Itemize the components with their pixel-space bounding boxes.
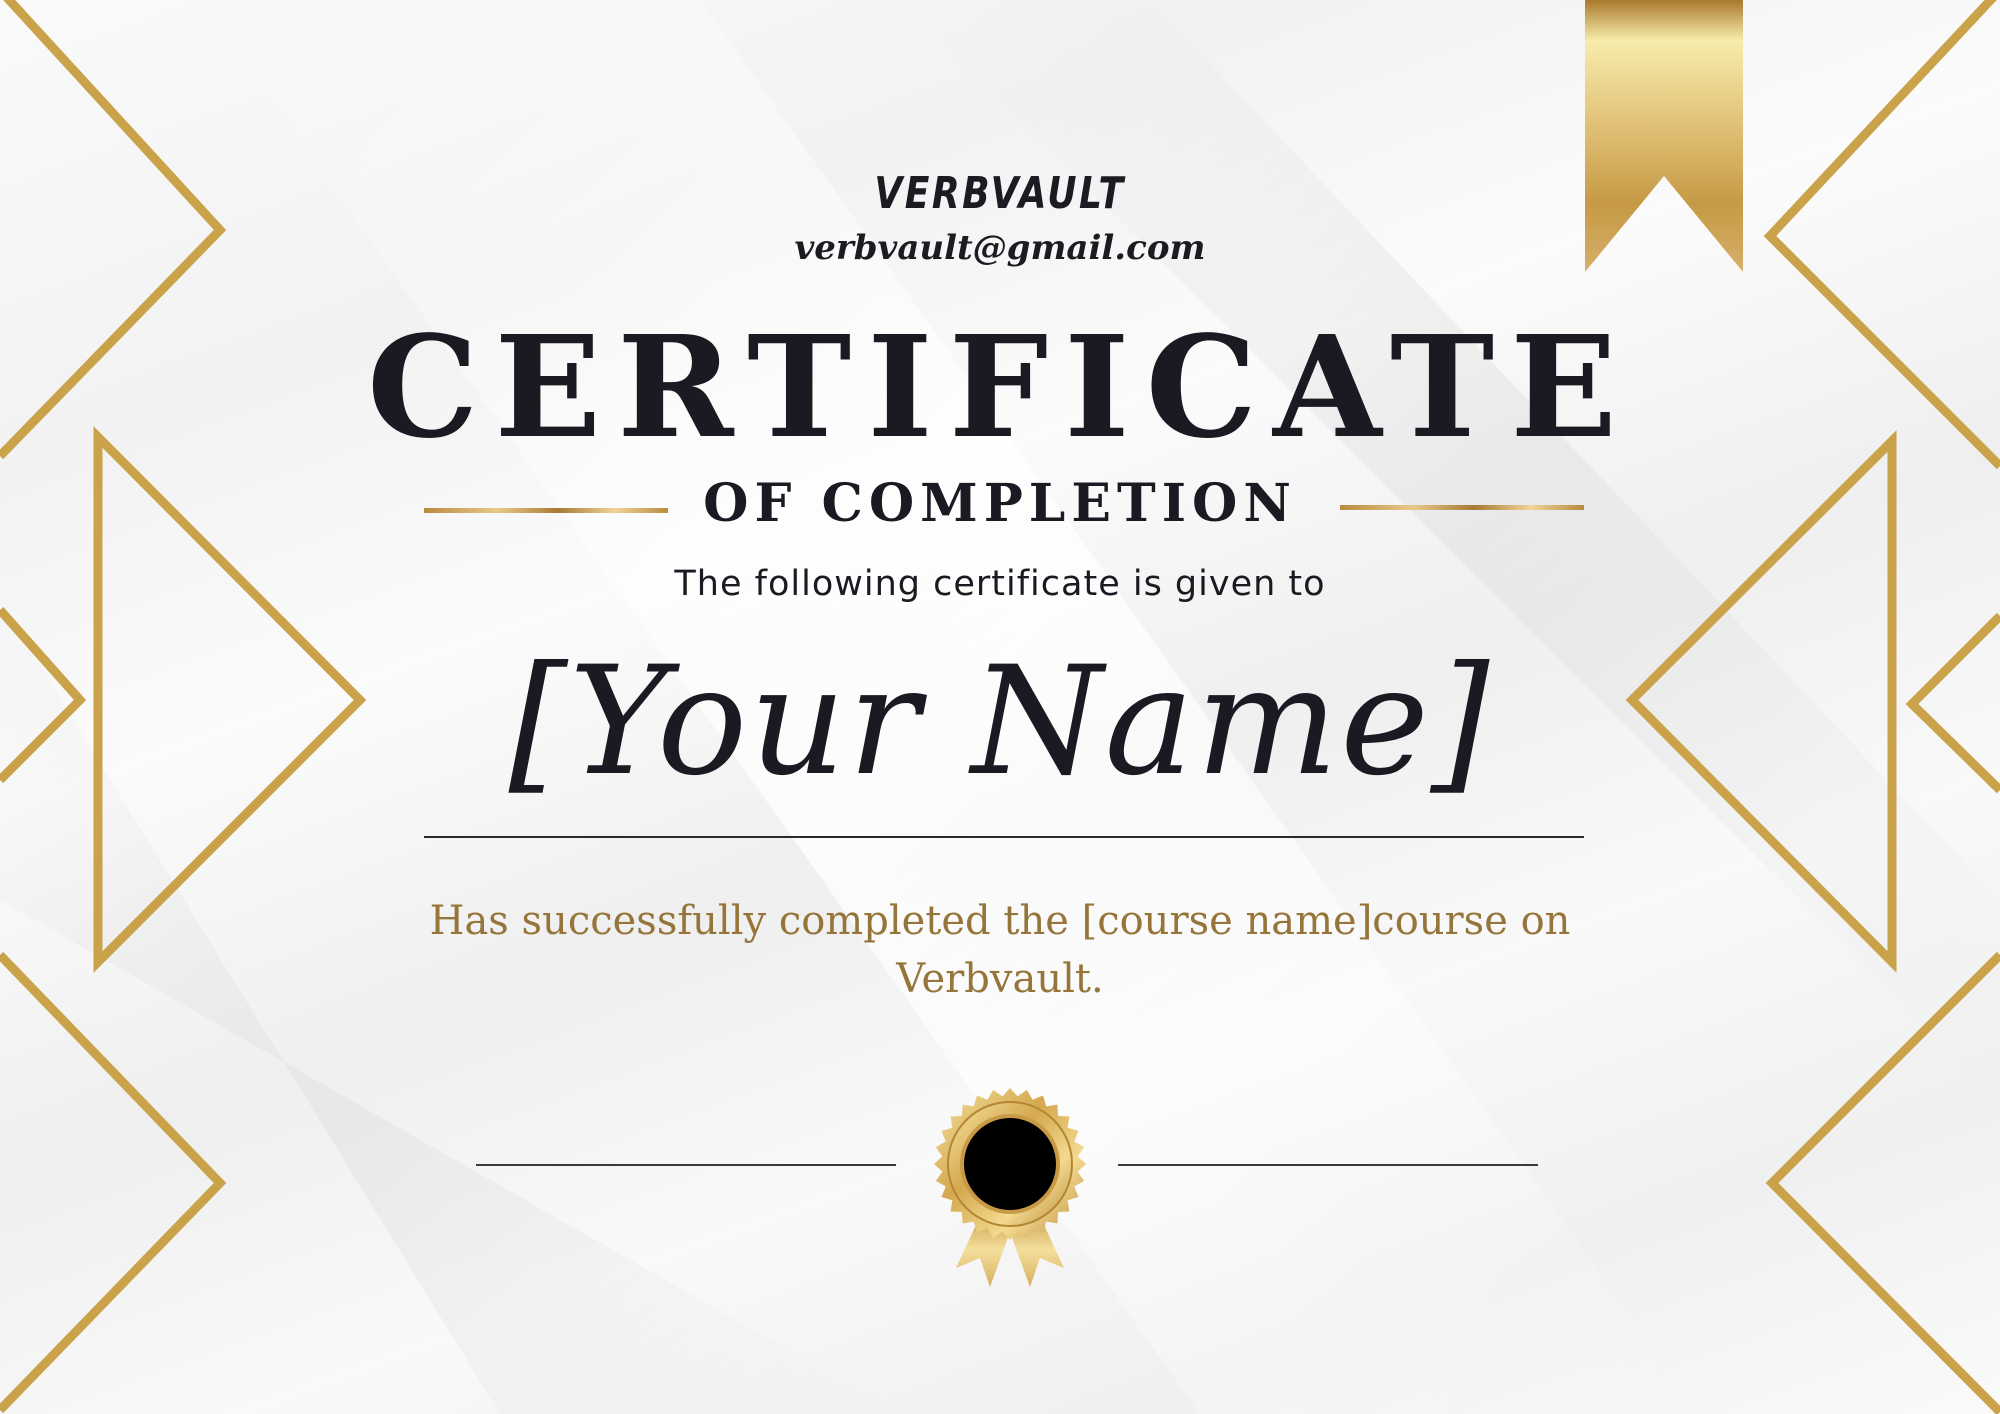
certificate-title: CERTIFICATE [367, 306, 1633, 470]
brand-name: VERBVAULT [874, 168, 1126, 219]
signature-line-left [476, 1164, 896, 1166]
completion-line-2: Verbvault. [896, 956, 1104, 1002]
award-seal-icon [934, 1088, 1086, 1287]
completion-line-1: Has successfully completed the [course n… [429, 898, 1571, 944]
recipient-name: [Your Name] [508, 635, 1492, 809]
subtitle-rule-right [1340, 505, 1584, 510]
completion-statement: Has successfully completed the [course n… [400, 892, 1600, 1008]
certificate-subtitle: OF COMPLETION [703, 473, 1297, 534]
recipient-underline [424, 836, 1584, 838]
signature-line-right [1118, 1164, 1538, 1166]
certificate-page: VERBVAULT verbvault@gmail.com CERTIFICAT… [0, 0, 2000, 1414]
brand-email: verbvault@gmail.com [794, 228, 1206, 268]
intro-text: The following certificate is given to [674, 564, 1326, 604]
